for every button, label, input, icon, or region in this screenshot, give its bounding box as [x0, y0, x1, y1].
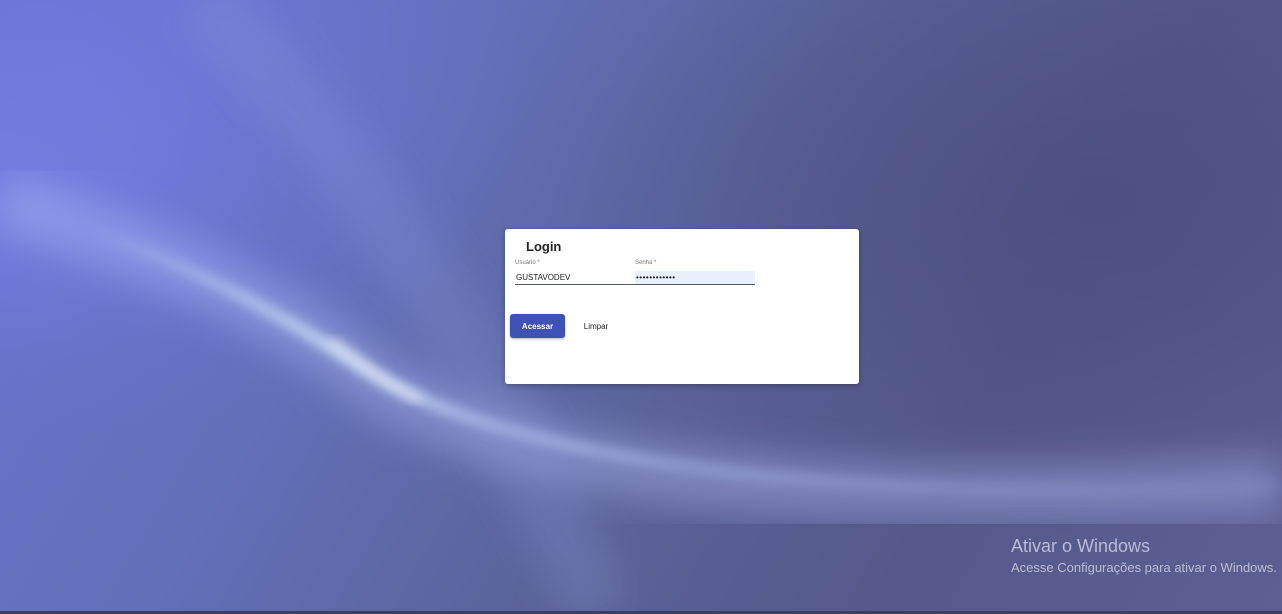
watermark-subtitle: Acesse Configurações para ativar o Windo… [1011, 560, 1277, 575]
login-dialog: Login Usuário * Senha * Acessar Limpar [505, 229, 859, 384]
login-title: Login [526, 239, 562, 254]
acessar-button[interactable]: Acessar [510, 314, 565, 338]
watermark-title: Ativar o Windows [1011, 536, 1151, 556]
username-label: Usuário * [515, 260, 540, 266]
windows-activation-watermark: Ativar o Windows Acesse Configurações pa… [1011, 536, 1282, 577]
username-input[interactable] [515, 271, 635, 285]
password-field: Senha * [635, 260, 755, 287]
password-input[interactable] [635, 271, 755, 285]
password-label: Senha * [635, 260, 657, 266]
limpar-button[interactable]: Limpar [573, 314, 619, 338]
username-field: Usuário * [515, 260, 635, 287]
